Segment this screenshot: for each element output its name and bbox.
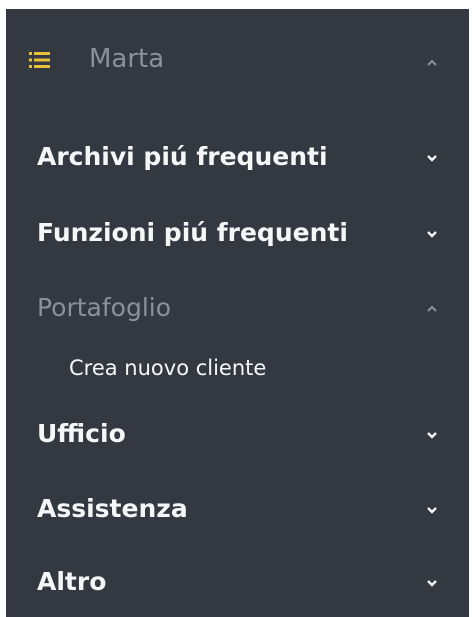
menu-item-label: Funzioni piú frequenti (37, 218, 348, 247)
user-menu-header[interactable]: Marta (6, 31, 469, 93)
menu-item-funzioni[interactable]: Funzioni piú frequenti (6, 208, 469, 264)
list-icon (29, 51, 50, 69)
menu-item-ufficio[interactable]: Ufficio (6, 409, 469, 465)
menu-item-portafoglio[interactable]: Portafoglio (6, 283, 469, 339)
submenu-item-label: Crea nuovo cliente (69, 356, 267, 380)
menu-item-label: Portafoglio (37, 293, 172, 322)
chevron-down-icon[interactable] (425, 226, 439, 240)
menu-item-label: Archivi piú frequenti (37, 142, 328, 171)
chevron-down-icon[interactable] (425, 502, 439, 516)
menu-item-assistenza[interactable]: Assistenza (6, 484, 469, 540)
menu-item-label: Assistenza (37, 494, 188, 523)
submenu-item-crea-nuovo-cliente[interactable]: Crea nuovo cliente (6, 349, 469, 389)
sidebar-menu: Marta Archivi piú frequenti Funzioni piú… (6, 9, 469, 617)
menu-item-archivi[interactable]: Archivi piú frequenti (6, 132, 469, 188)
chevron-down-icon[interactable] (425, 575, 439, 589)
menu-item-altro[interactable]: Altro (6, 557, 469, 613)
chevron-up-icon[interactable] (425, 301, 439, 315)
menu-item-label: Altro (37, 567, 107, 596)
menu-item-label: Ufficio (37, 419, 126, 448)
chevron-up-icon[interactable] (425, 55, 439, 69)
chevron-down-icon[interactable] (425, 150, 439, 164)
user-name: Marta (89, 44, 165, 74)
chevron-down-icon[interactable] (425, 427, 439, 441)
